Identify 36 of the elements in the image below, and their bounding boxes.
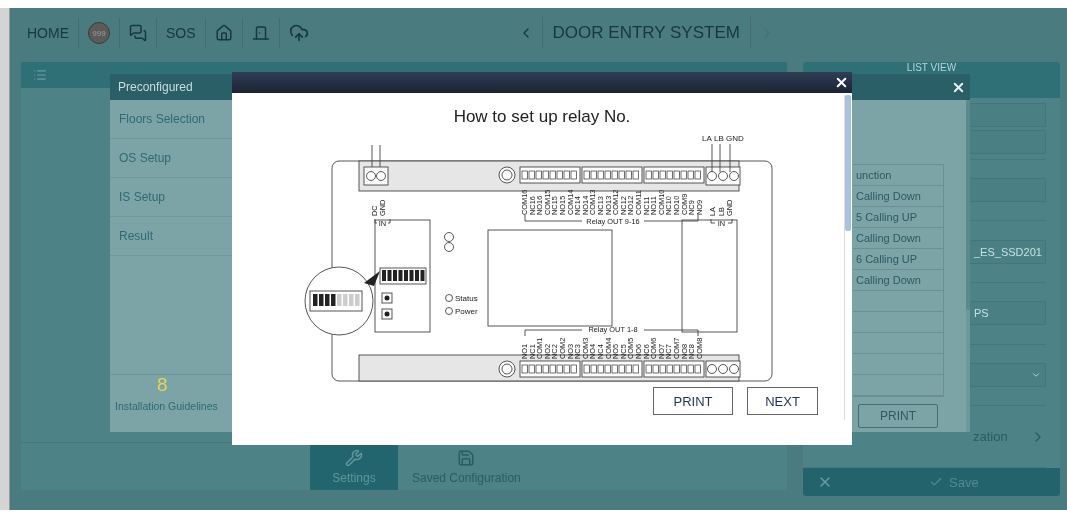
house-icon[interactable] (214, 24, 233, 42)
print-button[interactable]: PRINT (858, 404, 938, 428)
table-cell: Calling Down (853, 186, 943, 207)
dialog-button[interactable]: PRINT (653, 387, 733, 415)
chat-icon[interactable] (129, 24, 147, 42)
door-icon[interactable] (251, 24, 270, 42)
cloud-upload-icon[interactable] (288, 23, 309, 43)
input-field[interactable]: _ES_SSD201 (969, 239, 1046, 264)
input-field[interactable] (969, 102, 1046, 127)
terminal-label: LA (702, 134, 712, 143)
table-cell: Calling Down (853, 228, 943, 249)
terminal-label: LB (714, 134, 724, 143)
table-cell: Calling Down (853, 270, 943, 291)
close-icon[interactable] (834, 75, 849, 90)
input-field[interactable]: PS (969, 301, 1046, 326)
scrollbar[interactable] (966, 100, 970, 432)
table-cell: 5 Calling UP (853, 207, 943, 228)
page-title: DOOR ENTRY SYSTEM (541, 17, 751, 49)
list-icon[interactable] (33, 68, 47, 82)
dropdown[interactable] (969, 363, 1046, 387)
dialog-title: How to set up relay No. (453, 107, 631, 127)
wrench-icon (345, 448, 363, 467)
scrollbar[interactable] (844, 95, 851, 420)
check-icon (929, 475, 943, 489)
panel-title: LIST VIEW (906, 63, 957, 73)
led-label: Status (455, 294, 478, 303)
sos-link[interactable]: SOS (157, 18, 206, 48)
dialog-title: Preconfigured (118, 80, 193, 94)
dialog-button[interactable]: NEXT (747, 387, 818, 415)
table-cell: 6 Calling UP (853, 249, 943, 270)
home-link[interactable]: HOME (18, 18, 79, 48)
led-label: Power (455, 307, 478, 316)
caret-icon (1031, 370, 1041, 380)
terminal-label: GND (726, 134, 744, 143)
tab[interactable]: Settings (310, 443, 398, 490)
table-header: unction (853, 165, 943, 186)
